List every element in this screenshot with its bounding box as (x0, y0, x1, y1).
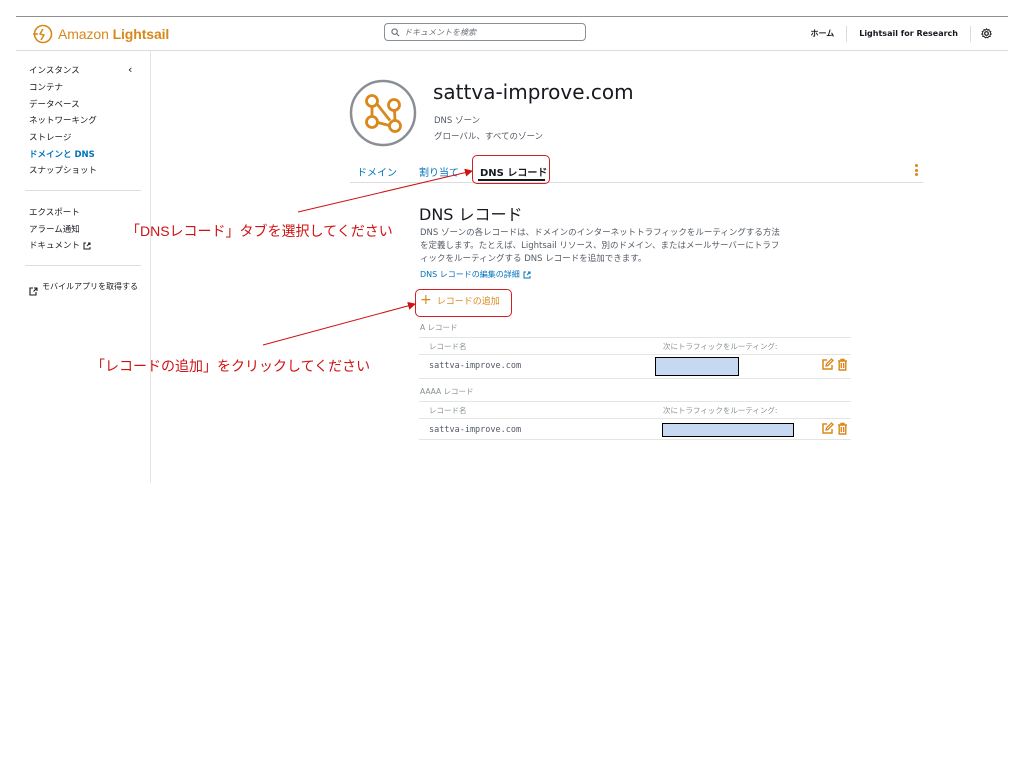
aaaa-record-group-label: AAAA レコード (420, 387, 474, 396)
dns-tab-highlight (472, 155, 550, 184)
delete-icon[interactable] (837, 358, 848, 371)
arrow-to-add-button (262, 301, 416, 346)
collapse-sidebar-button[interactable]: ‹ (128, 63, 132, 76)
sidebar-divider-2 (25, 265, 141, 266)
search-placeholder: ドキュメントを検索 (404, 27, 476, 37)
learn-more-link[interactable]: DNS レコードの編集の詳細 (420, 269, 531, 280)
learn-more-label: DNS レコードの編集の詳細 (420, 270, 520, 279)
row-actions (821, 422, 848, 435)
sidebar-item-storage[interactable]: ストレージ (29, 131, 71, 143)
external-link-icon (83, 242, 91, 249)
table-divider (419, 337, 851, 338)
masked-target-value (655, 357, 739, 376)
section-description: DNS ゾーンの各レコードは、ドメインのインターネットトラフィックをルーティング… (420, 228, 780, 264)
tab-domain[interactable]: ドメイン (357, 164, 397, 179)
column-header-name: レコード名 (429, 342, 467, 351)
mobile-app-icon (29, 287, 38, 296)
sidebar-item-networking[interactable]: ネットワーキング (29, 114, 97, 126)
sidebar-item-databases[interactable]: データベース (29, 98, 80, 110)
record-name: sattva-improve.com (429, 425, 522, 435)
docs-search-input[interactable]: ドキュメントを検索 (384, 23, 586, 41)
delete-icon[interactable] (837, 422, 848, 435)
row-actions (821, 358, 848, 371)
more-actions-icon[interactable] (915, 164, 919, 178)
sidebar-item-docs[interactable]: ドキュメント (29, 239, 91, 251)
sidebar: インスタンス ‹ コンテナ データベース ネットワーキング ストレージ ドメイン… (16, 51, 151, 483)
add-record-highlight (415, 289, 512, 317)
search-icon (391, 27, 400, 36)
table-divider (419, 401, 851, 402)
column-header-target: 次にトラフィックをルーティング: (663, 342, 778, 351)
annotation-click-add: 「レコードの追加」をクリックしてください (91, 358, 371, 374)
sidebar-item-containers[interactable]: コンテナ (29, 81, 63, 93)
sidebar-item-export[interactable]: エクスポート (29, 206, 80, 218)
sidebar-divider (25, 190, 141, 191)
table-divider (419, 354, 851, 355)
table-divider (419, 418, 851, 419)
dns-zone-icon (349, 79, 417, 147)
top-nav-links: ホーム Lightsail for Research (798, 17, 998, 50)
column-header-target: 次にトラフィックをルーティング: (663, 406, 778, 415)
sidebar-docs-label: ドキュメント (29, 241, 81, 251)
zone-scope: グローバル、すべてのゾーン (434, 132, 544, 142)
annotation-arrows (262, 168, 473, 346)
a-record-group-label: A レコード (420, 323, 458, 332)
sidebar-item-domains-dns[interactable]: ドメインと DNS (29, 148, 95, 160)
edit-icon[interactable] (821, 358, 834, 371)
zone-type: DNS ゾーン (434, 116, 481, 126)
mobile-app-link[interactable]: モバイルアプリを取得する (42, 281, 142, 292)
sidebar-item-instances[interactable]: インスタンス (29, 64, 80, 76)
annotation-select-tab: 「DNSレコード」タブを選択してください (126, 223, 393, 239)
masked-target-value (662, 423, 794, 437)
section-title: DNS レコード (419, 205, 523, 224)
external-link-icon (523, 271, 531, 278)
brand-prefix: Amazon (58, 26, 109, 42)
settings-button[interactable] (970, 25, 998, 42)
tab-assignment[interactable]: 割り当て (419, 164, 459, 179)
sidebar-item-snapshots[interactable]: スナップショット (29, 164, 97, 176)
brand-name: Lightsail (112, 26, 170, 42)
table-divider (419, 378, 851, 379)
top-navigation-bar: Amazon Lightsail ドキュメントを検索 ホーム Lightsail… (16, 17, 1008, 51)
record-name: sattva-improve.com (429, 361, 522, 371)
gear-icon (981, 28, 992, 39)
table-divider (419, 439, 851, 440)
zone-title: sattva-improve.com (433, 80, 634, 104)
column-header-name: レコード名 (429, 406, 467, 415)
brand-text: Amazon Lightsail (58, 26, 169, 42)
tabs-divider (350, 182, 923, 183)
nav-home-link[interactable]: ホーム (798, 26, 846, 42)
lightsail-logo-icon (33, 24, 53, 44)
sidebar-item-alarms[interactable]: アラーム通知 (29, 223, 80, 235)
lightsail-logo[interactable]: Amazon Lightsail (32, 23, 169, 45)
edit-icon[interactable] (821, 422, 834, 435)
nav-research-link[interactable]: Lightsail for Research (846, 25, 970, 42)
